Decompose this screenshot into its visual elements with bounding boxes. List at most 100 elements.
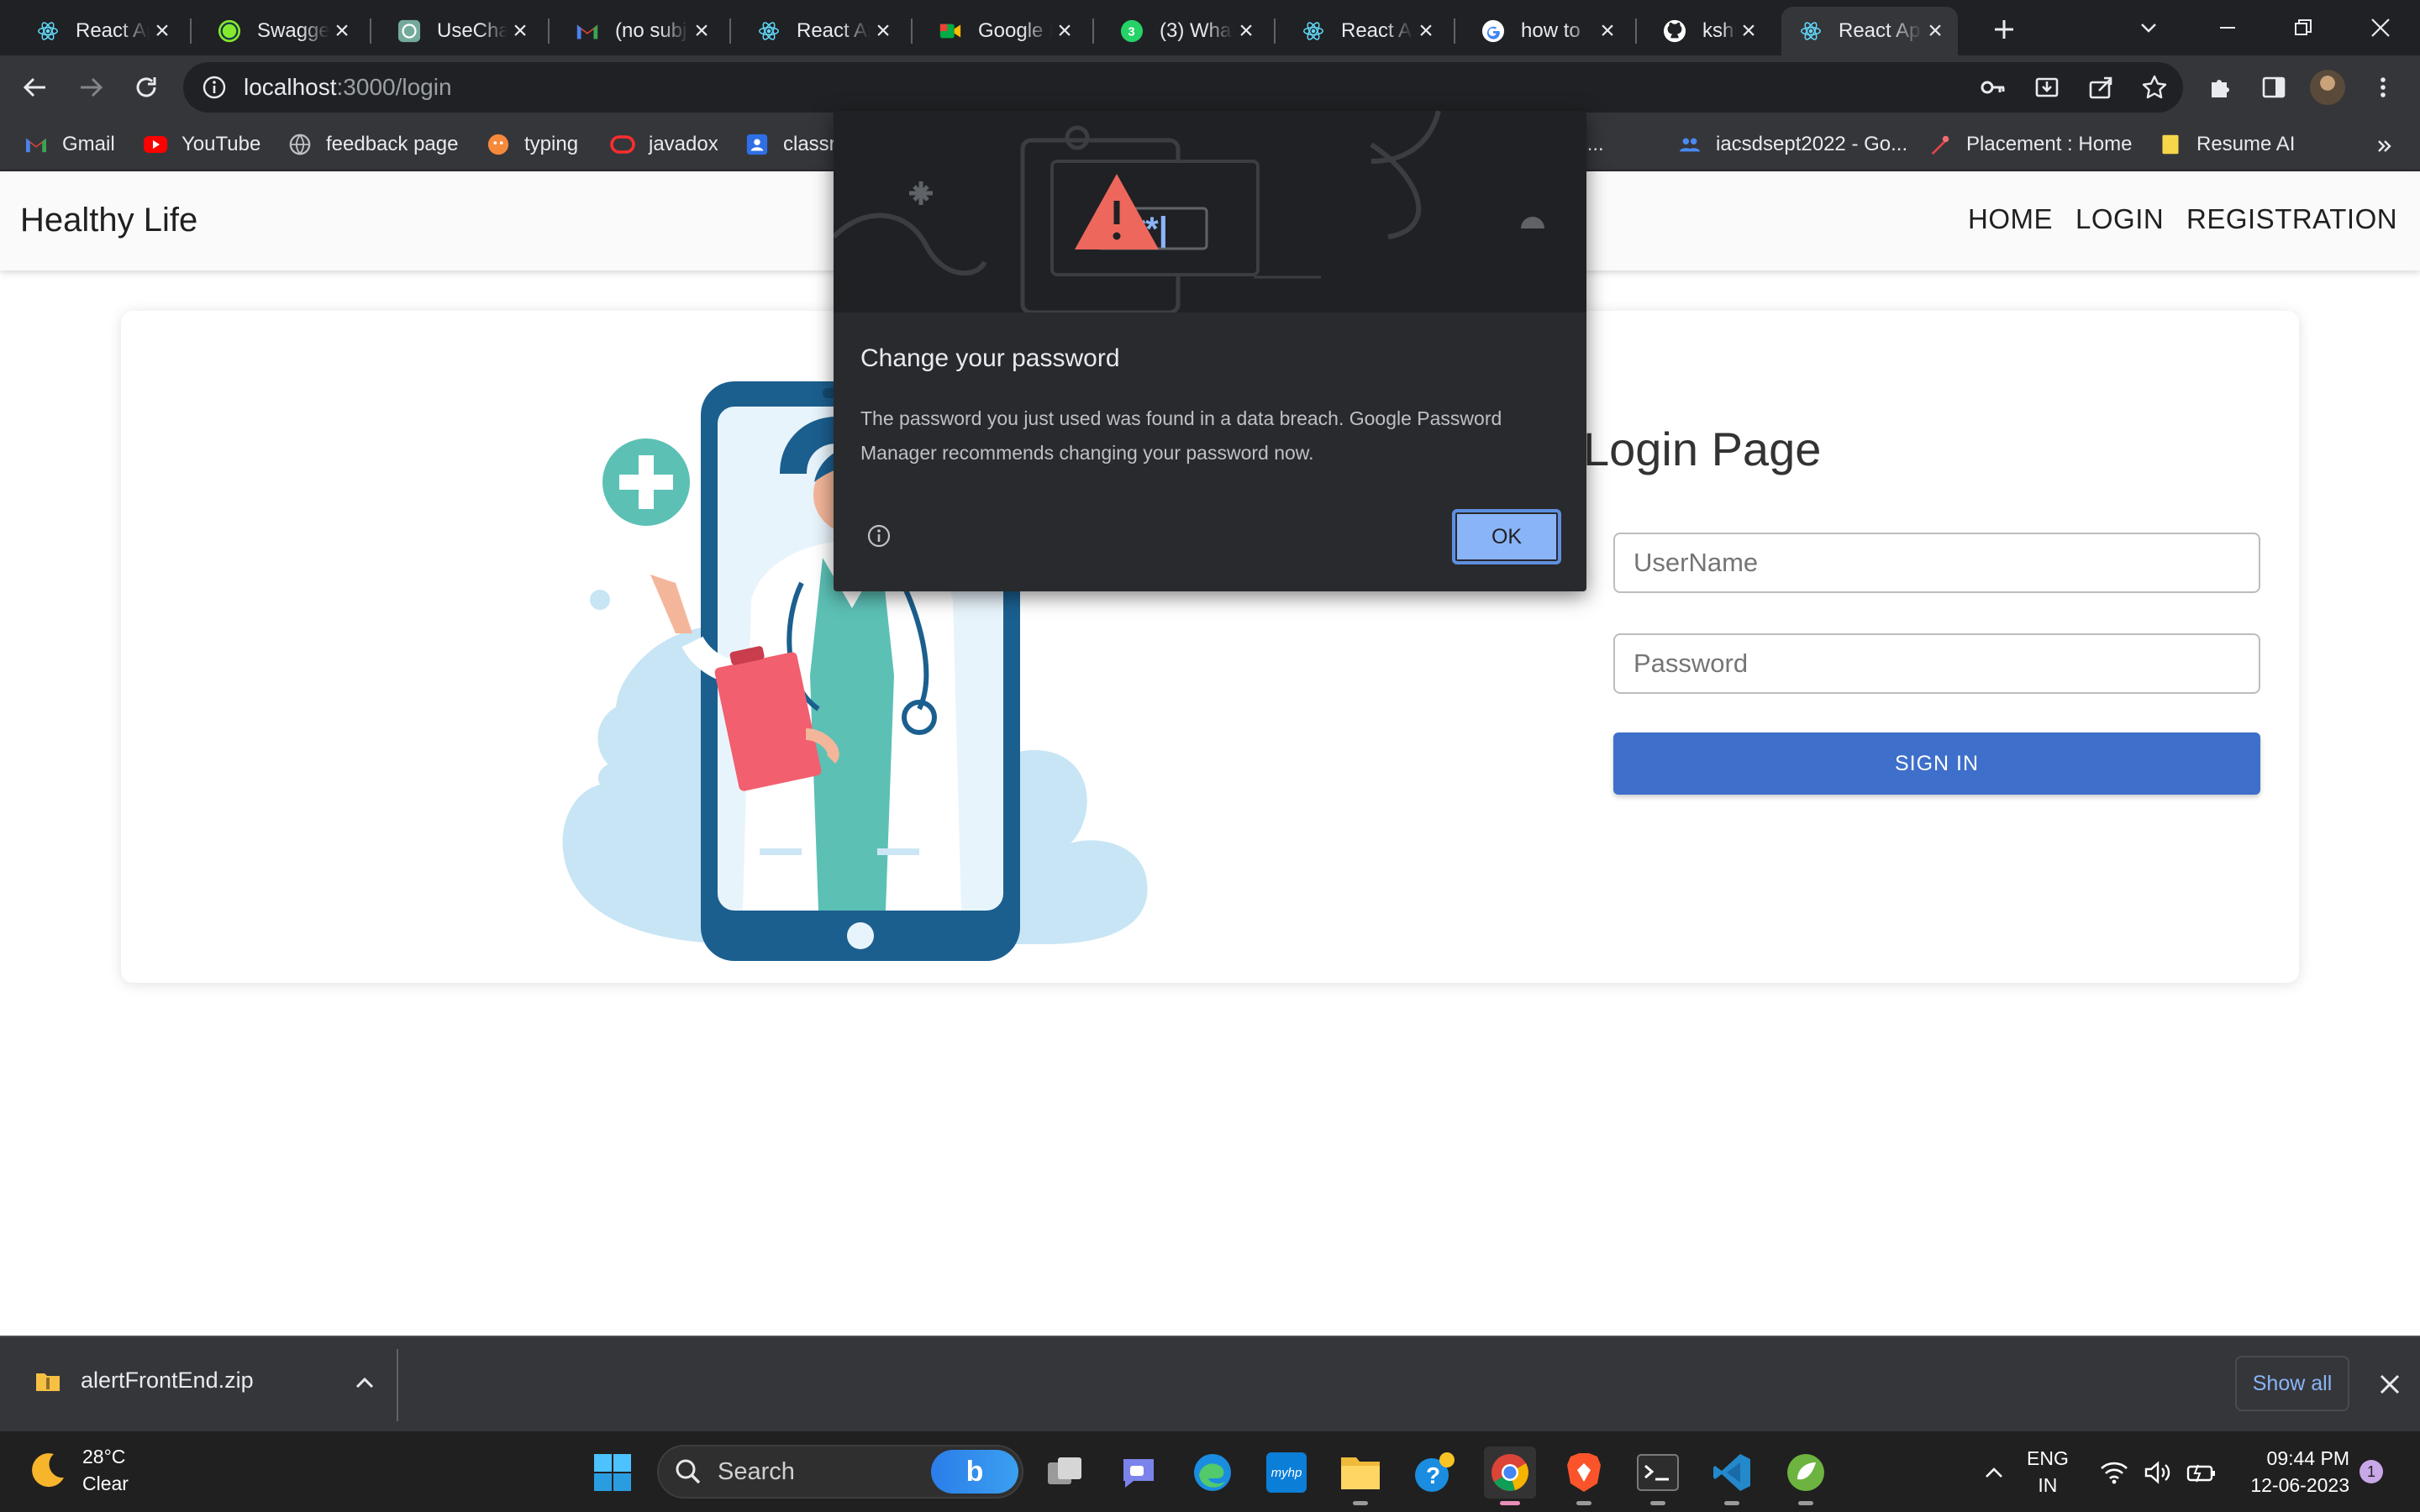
browser-tab[interactable]: React App× <box>18 7 185 55</box>
share-icon <box>2089 76 2112 99</box>
install-app-button[interactable] <box>2023 64 2070 111</box>
close-tab-icon[interactable]: × <box>689 17 714 45</box>
browser-tab[interactable]: 3 (3) WhatsApp× <box>1102 7 1269 55</box>
tab-title: React App <box>797 19 871 42</box>
bookmark-item[interactable]: iacsdsept2022 - Go... <box>1677 128 1907 161</box>
bookmark-star-button[interactable] <box>2131 64 2178 111</box>
download-item[interactable]: alertFrontEnd.zip <box>35 1368 254 1394</box>
vscode-icon[interactable] <box>1706 1446 1758 1505</box>
youtube-icon <box>143 132 168 157</box>
arrow-right-icon <box>81 77 103 97</box>
myhp-icon[interactable]: myhp <box>1260 1446 1313 1499</box>
bookmark-item[interactable]: classr <box>744 128 836 161</box>
close-tab-icon[interactable]: × <box>871 17 896 45</box>
region-code: IN <box>2038 1474 2058 1496</box>
edge-browser-icon[interactable] <box>1186 1446 1239 1499</box>
close-tab-icon[interactable]: × <box>1413 17 1439 45</box>
username-input[interactable] <box>1613 533 2260 593</box>
volume-icon[interactable] <box>2141 1446 2175 1499</box>
chrome-icon[interactable] <box>1484 1446 1536 1505</box>
brave-browser-icon[interactable] <box>1558 1446 1610 1505</box>
info-icon[interactable] <box>865 522 892 549</box>
bookmark-item[interactable]: Resume AI <box>2158 128 2295 161</box>
close-tab-icon[interactable]: × <box>1052 17 1077 45</box>
spring-tool-suite-icon[interactable] <box>1780 1446 1832 1505</box>
language-indicator[interactable]: ENG IN <box>2027 1445 2069 1499</box>
forward-button[interactable] <box>67 64 114 111</box>
arrow-left-icon <box>23 77 45 97</box>
side-panel-button[interactable] <box>2250 64 2297 111</box>
close-tab-icon[interactable]: × <box>1595 17 1620 45</box>
browser-tab[interactable]: Google Meet× <box>921 7 1087 55</box>
close-tab-icon[interactable]: × <box>329 17 355 45</box>
bookmark-item[interactable]: Placement : Home <box>1928 128 2132 161</box>
chevron-up-icon[interactable] <box>348 1366 381 1399</box>
browser-tab[interactable]: React App× <box>1781 7 1958 55</box>
task-view-icon[interactable] <box>1039 1446 1091 1499</box>
browser-tab[interactable]: React App× <box>1284 7 1449 55</box>
bookmark-label: YouTube <box>182 133 261 155</box>
close-tab-icon[interactable]: × <box>1923 17 1948 45</box>
battery-icon[interactable] <box>2185 1446 2218 1499</box>
close-tab-icon[interactable]: × <box>1234 17 1259 45</box>
back-button[interactable] <box>12 64 59 111</box>
teams-chat-icon[interactable] <box>1113 1446 1165 1499</box>
password-breach-illustration: ***| <box>834 111 1586 312</box>
close-tab-icon[interactable]: × <box>150 17 175 45</box>
tab-separator <box>370 18 371 44</box>
weather-temperature: 28°C <box>82 1446 126 1467</box>
bookmark-item[interactable]: feedback page <box>287 128 458 161</box>
tab-separator <box>1092 18 1094 44</box>
ok-button[interactable]: OK <box>1452 509 1561 564</box>
browser-tab[interactable]: UseChat× <box>380 7 543 55</box>
bookmark-item[interactable]: Gmail <box>24 128 115 161</box>
reload-button[interactable] <box>123 64 170 111</box>
close-icon[interactable] <box>2371 1366 2408 1403</box>
nav-home-link[interactable]: HOME <box>1968 203 2053 235</box>
minimize-button[interactable] <box>2190 0 2265 55</box>
wifi-icon[interactable] <box>2097 1446 2131 1499</box>
address-bar[interactable]: localhost:3000/login <box>183 62 2183 113</box>
nav-login-link[interactable]: LOGIN <box>2075 203 2164 235</box>
bookmark-item[interactable]: YouTube <box>143 128 260 161</box>
browser-tab[interactable]: React App× <box>739 7 906 55</box>
chatgpt-icon <box>397 18 422 44</box>
close-tab-icon[interactable]: × <box>1736 17 1761 45</box>
close-tab-icon[interactable]: × <box>508 17 533 45</box>
browser-tab[interactable]: kshitijch× <box>1645 7 1771 55</box>
browser-tab[interactable]: (no subject)× <box>558 7 724 55</box>
get-help-icon[interactable]: ? <box>1408 1446 1460 1499</box>
info-icon <box>203 76 226 99</box>
taskbar-search[interactable]: Search b <box>657 1445 1023 1499</box>
extensions-button[interactable] <box>2196 64 2244 111</box>
weather-widget[interactable]: 28°C Clear <box>25 1443 129 1497</box>
browser-tab[interactable]: Swagger UI× <box>200 7 365 55</box>
tab-search-button[interactable] <box>2111 0 2186 55</box>
nav-registration-link[interactable]: REGISTRATION <box>2186 203 2397 235</box>
more-bookmarks-button[interactable] <box>2368 129 2402 163</box>
show-hidden-icons-button[interactable] <box>1968 1446 2020 1499</box>
gmail-icon <box>575 18 600 44</box>
notification-badge[interactable]: 1 <box>2360 1460 2383 1483</box>
terminal-icon[interactable] <box>1632 1446 1684 1505</box>
language-code: ENG <box>2027 1447 2069 1469</box>
show-all-downloads-button[interactable]: Show all <box>2235 1356 2349 1411</box>
bookmark-item[interactable]: typing <box>486 128 578 161</box>
bookmark-item[interactable]: javadox <box>610 128 718 161</box>
zip-folder-icon <box>36 1373 60 1391</box>
share-button[interactable] <box>2077 64 2124 111</box>
bookmark-label: classr <box>783 133 836 155</box>
clock[interactable]: 09:44 PM 12-06-2023 <box>2249 1445 2349 1499</box>
restore-button[interactable] <box>2265 0 2341 55</box>
file-explorer-icon[interactable] <box>1334 1446 1386 1505</box>
password-key-button[interactable] <box>1970 64 2017 111</box>
sign-in-button[interactable]: SIGN IN <box>1613 732 2260 795</box>
new-tab-button[interactable] <box>1983 8 2025 50</box>
brand-title[interactable]: Healthy Life <box>20 202 197 239</box>
profile-avatar-button[interactable] <box>2304 64 2351 111</box>
browser-tab[interactable]: how to × <box>1464 7 1630 55</box>
chrome-menu-button[interactable] <box>2360 64 2407 111</box>
close-window-button[interactable] <box>2343 0 2418 55</box>
start-button[interactable] <box>587 1446 639 1499</box>
password-input[interactable] <box>1613 633 2260 694</box>
